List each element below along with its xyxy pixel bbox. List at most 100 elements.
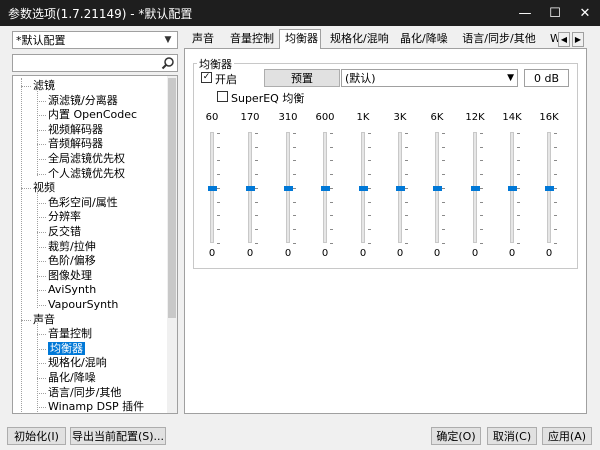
slider-tick [255, 146, 258, 148]
tab[interactable]: 均衡器 [279, 29, 321, 49]
slider-tick [480, 146, 483, 148]
tree-item-label: Winamp DSP 插件 [48, 400, 145, 414]
slider-tick [517, 215, 520, 217]
tree-item[interactable]: 源滤镜/分离器 [48, 93, 118, 108]
slider-tick [442, 174, 445, 176]
slider-tick [293, 133, 296, 134]
slider-tick [405, 201, 408, 203]
slider-tick [217, 174, 220, 176]
tree-item[interactable]: 图像处理 [48, 268, 92, 283]
band-slider-thumb[interactable] [433, 186, 442, 191]
window-title: 参数选项(1.7.21149) - *默认配置 [8, 6, 193, 21]
slider-tick [330, 187, 333, 189]
slider-tick [368, 215, 371, 217]
preset-button[interactable]: 预置 [264, 69, 340, 87]
tree-connector [37, 173, 46, 175]
tree-item[interactable]: 个人滤镜优先权 [48, 166, 125, 181]
apply-button[interactable]: 应用(A) [542, 427, 592, 445]
slider-tick [217, 242, 220, 244]
slider-tick [480, 174, 483, 176]
band-slider-thumb[interactable] [508, 186, 517, 191]
slider-tick [554, 174, 557, 176]
tree-item[interactable]: 音频解码器 [48, 136, 103, 151]
tree-connector [21, 188, 31, 190]
slider-tick [368, 201, 371, 203]
slider-tick [293, 242, 296, 244]
tree-connector [37, 232, 46, 233]
band-slider-thumb[interactable] [396, 186, 405, 191]
tree-item[interactable]: 规格化/混响 [48, 355, 107, 370]
tab[interactable]: 语言/同步/其他 [455, 31, 543, 48]
tab[interactable]: 声音 [186, 31, 220, 48]
tree-item-label: 源滤镜/分离器 [48, 93, 118, 107]
band-value: 0 [396, 248, 404, 259]
band-frequency-label: 3K [393, 112, 407, 123]
band-value: 0 [471, 248, 479, 259]
band-slider-thumb[interactable] [545, 186, 554, 191]
init-button[interactable]: 初始化(I) [7, 427, 66, 445]
band-value: 0 [321, 248, 329, 259]
band-slider-thumb[interactable] [321, 186, 330, 191]
tab-scroll-left-button[interactable]: ◀ [558, 32, 570, 47]
tree-connector [37, 334, 46, 336]
minimize-button[interactable]: — [510, 0, 540, 26]
slider-tick [255, 160, 258, 162]
tab[interactable]: 规格化/混响 [325, 31, 391, 48]
slider-tick [368, 228, 371, 230]
slider-tick [368, 133, 371, 134]
tree-item[interactable]: 内置 OpenCodec [48, 107, 137, 122]
band-frequency-label: 1K [356, 112, 370, 123]
band-frequency-label: 14K [502, 112, 522, 123]
tree-item[interactable]: Winamp DSP 插件 [48, 399, 145, 414]
tab[interactable]: 晶化/降噪 [395, 31, 451, 48]
tree-item[interactable]: AviSynth [48, 282, 96, 297]
supereq-checkbox[interactable] [217, 91, 228, 102]
tree-connector [37, 159, 46, 160]
tree-scrollbar[interactable] [167, 76, 177, 413]
export-config-button[interactable]: 导出当前配置(S)... [70, 427, 166, 445]
slider-tick [330, 201, 333, 203]
tree-connector [21, 86, 31, 87]
tree-item[interactable]: 视频解码器 [48, 122, 103, 137]
preamp-field[interactable]: 0 dB [524, 69, 569, 87]
tab-scroll-right-button[interactable]: ▶ [572, 32, 584, 47]
tree-item[interactable]: VapourSynth [48, 297, 118, 312]
tree-scrollbar-thumb[interactable] [168, 78, 176, 318]
tab[interactable]: 音量控制 [225, 31, 277, 48]
tree-item[interactable]: 晶化/降噪 [48, 370, 96, 385]
tree-item[interactable]: 语言/同步/其他 [48, 385, 121, 400]
band-slider-thumb[interactable] [246, 186, 255, 191]
preset-dropdown-value: (默认) [345, 72, 376, 85]
profile-dropdown-value: *默认配置 [16, 34, 66, 47]
search-button[interactable] [157, 54, 178, 72]
band-slider-thumb[interactable] [359, 186, 368, 191]
maximize-button[interactable]: ☐ [540, 0, 570, 26]
settings-tree[interactable]: 滤镜 源滤镜/分离器 内置 OpenCodec 视频解码器 音频解码器 全局滤镜优先权 个人… [12, 75, 178, 414]
tree-item[interactable]: 全局滤镜优先权 [48, 151, 125, 166]
search-input[interactable] [12, 54, 178, 72]
tree-connector [37, 319, 38, 412]
enable-checkbox[interactable]: ✓ [201, 72, 212, 83]
tree-item[interactable]: 音量控制 [48, 326, 92, 341]
slider-tick [517, 228, 520, 230]
band-slider-thumb[interactable] [471, 186, 480, 191]
tree-item[interactable]: 色阶/偏移 [48, 253, 96, 268]
slider-tick [368, 242, 371, 244]
tree-item[interactable]: 分辨率 [48, 209, 81, 224]
title-bar[interactable]: 参数选项(1.7.21149) - *默认配置 — ☐ ✕ [0, 0, 600, 26]
slider-tick [554, 146, 557, 148]
ok-button[interactable]: 确定(O) [431, 427, 481, 445]
band-frequency-label: 600 [315, 112, 335, 123]
band-slider-thumb[interactable] [208, 186, 217, 191]
profile-dropdown[interactable]: *默认配置 ▼ [12, 31, 178, 49]
tree-item[interactable]: 色彩空间/属性 [48, 195, 118, 210]
close-button[interactable]: ✕ [570, 0, 600, 26]
preset-dropdown[interactable]: (默认) ▼ [341, 69, 518, 87]
tree-item[interactable]: 均衡器 [48, 341, 85, 356]
cancel-button[interactable]: 取消(C) [487, 427, 537, 445]
tree-item-label: 裁剪/拉伸 [48, 239, 96, 253]
band-frequency-label: 60 [205, 112, 219, 123]
tree-item[interactable]: 反交错 [48, 224, 81, 239]
tree-item[interactable]: 裁剪/拉伸 [48, 239, 96, 254]
band-slider-thumb[interactable] [284, 186, 293, 191]
